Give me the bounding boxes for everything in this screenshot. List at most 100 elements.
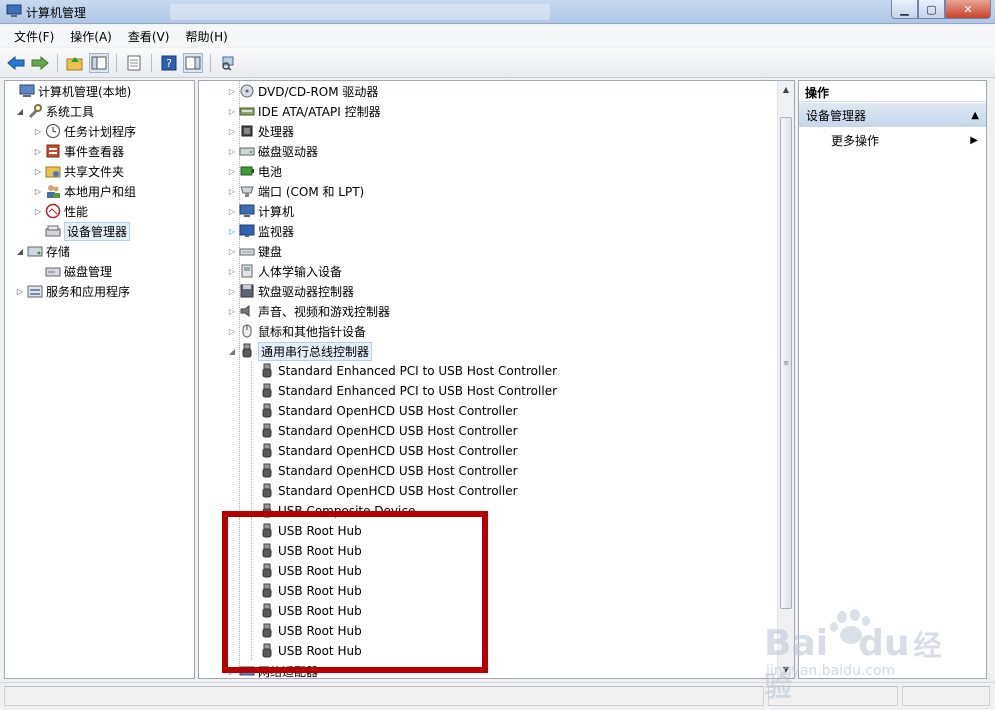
device-category-dvd[interactable]: ▷ DVD/CD-ROM 驱动器 [227,81,378,101]
usb-device-item[interactable]: Standard OpenHCD USB Host Controller [257,461,518,481]
collapse-up-triangle-icon[interactable]: ▲ [971,110,979,121]
close-icon: ✕ [963,2,973,16]
expand-triangle-icon[interactable]: ▷ [33,147,43,156]
usb-device-icon [259,423,275,439]
baidu-watermark: Bai du 经验 jingyan.baidu.com [760,605,960,703]
device-category-monitor[interactable]: ▷ 监视器 [227,221,294,241]
tree-item-disk-management[interactable]: 磁盘管理 [33,261,112,281]
actions-section-label: 设备管理器 [806,108,867,123]
tree-item-shared-folders[interactable]: ▷ 共享文件夹 [33,161,124,181]
actions-section-device-manager[interactable]: 设备管理器 ▲ [799,103,986,127]
usb-device-item[interactable]: Standard OpenHCD USB Host Controller [257,401,518,421]
window-title: 计算机管理 [26,6,87,20]
device-category-hid[interactable]: ▷ 人体学输入设备 [227,261,342,281]
expand-triangle-icon[interactable]: ▷ [227,87,237,96]
expand-triangle-icon[interactable]: ▷ [227,147,237,156]
expand-triangle-icon[interactable]: ▷ [15,287,25,296]
minimize-button[interactable]: ▁ [891,0,918,19]
background-address-ghost [170,4,550,20]
expand-triangle-icon[interactable]: ▷ [227,187,237,196]
expand-triangle-icon[interactable]: ▷ [227,207,237,216]
expand-triangle-icon[interactable]: ▷ [227,327,237,336]
monitor-icon [239,223,255,239]
device-category-sound-video[interactable]: ▷ 声音、视频和游戏控制器 [227,301,390,321]
usb-device-item[interactable]: Standard OpenHCD USB Host Controller [257,481,518,501]
action-pane-button[interactable] [183,52,203,73]
usb-device-item[interactable]: Standard Enhanced PCI to USB Host Contro… [257,361,557,381]
ide-ata-icon [239,103,255,119]
device-category-processor[interactable]: ▷ 处理器 [227,121,294,141]
device-category-label: 声音、视频和游戏控制器 [258,304,391,319]
expand-triangle-icon[interactable]: ▷ [33,187,43,196]
status-cell-main [4,686,764,706]
more-actions-item[interactable]: 更多操作 ▶ [799,129,986,149]
device-category-computer[interactable]: ▷ 计算机 [227,201,294,221]
device-category-mouse[interactable]: ▷ 鼠标和其他指针设备 [227,321,366,341]
expand-triangle-icon[interactable]: ▷ [227,267,237,276]
collapse-triangle-icon[interactable]: ◢ [15,247,25,256]
expand-triangle-icon[interactable]: ▷ [227,227,237,236]
device-category-battery[interactable]: ▷ 电池 [227,161,282,181]
device-category-disk-drive[interactable]: ▷ 磁盘驱动器 [227,141,318,161]
properties-icon [127,55,141,70]
tree-item-task-scheduler[interactable]: ▷ 任务计划程序 [33,121,136,141]
minimize-icon: ▁ [900,2,909,16]
close-button[interactable]: ✕ [945,0,991,19]
tree-item-services-apps[interactable]: ▷ 服务和应用程序 [15,281,130,301]
expand-triangle-icon[interactable]: ▷ [227,287,237,296]
toolbar-separator [116,53,117,72]
expand-triangle-icon[interactable]: ▷ [227,247,237,256]
device-category-label: 人体学输入设备 [258,264,343,279]
scroll-up-arrow-icon[interactable]: ▲ [778,81,794,98]
device-category-ide-ata[interactable]: ▷ IDE ATA/ATAPI 控制器 [227,101,381,121]
tree-item-label: 系统工具 [46,104,95,119]
menu-file[interactable]: 文件(F) [6,28,62,45]
expand-triangle-icon[interactable]: ▷ [227,167,237,176]
back-button[interactable] [6,53,26,73]
vertical-scrollbar[interactable]: ▲ ≡ ▼ [777,81,794,678]
device-category-label: 鼠标和其他指针设备 [258,324,367,339]
clock-icon [45,123,61,139]
watermark-site: jingyan.baidu.com [766,663,896,679]
expand-triangle-icon[interactable]: ▷ [227,107,237,116]
menu-help[interactable]: 帮助(H) [177,28,235,45]
menu-action[interactable]: 操作(A) [62,28,120,45]
computer-management-icon [19,83,35,99]
menu-view[interactable]: 查看(V) [120,28,178,45]
collapse-triangle-icon[interactable]: ◢ [15,107,25,116]
usb-device-icon [259,463,275,479]
scan-hardware-button[interactable] [218,53,238,73]
scrollbar-thumb[interactable]: ≡ [780,117,792,609]
maximize-button[interactable]: ▢ [918,0,945,19]
show-hide-tree-button[interactable] [89,52,109,73]
expand-triangle-icon[interactable]: ▷ [33,167,43,176]
forward-button[interactable] [30,53,50,73]
expand-triangle-icon[interactable]: ▷ [33,207,43,216]
up-folder-button[interactable] [65,53,85,73]
tree-root-label: 计算机管理(本地) [38,84,132,99]
device-category-usb-controller[interactable]: ◢ 通用串行总线控制器 [227,341,373,361]
properties-button[interactable] [124,53,144,73]
tree-item-event-viewer[interactable]: ▷ 事件查看器 [33,141,124,161]
tree-item-performance[interactable]: ▷ 性能 [33,201,88,221]
expand-triangle-icon[interactable]: ▷ [227,127,237,136]
tree-item-device-manager[interactable]: 设备管理器 [33,221,131,241]
device-category-floppy-controller[interactable]: ▷ 软盘驱动器控制器 [227,281,354,301]
tree-root[interactable]: 计算机管理(本地) [7,81,131,101]
hid-icon [239,263,255,279]
tree-item-local-users[interactable]: ▷ 本地用户和组 [33,181,136,201]
collapse-triangle-icon[interactable]: ◢ [227,347,237,356]
device-category-keyboard[interactable]: ▷ 键盘 [227,241,282,261]
usb-device-item[interactable]: Standard OpenHCD USB Host Controller [257,421,518,441]
tree-item-system-tools[interactable]: ◢ 系统工具 [15,101,94,121]
usb-device-item[interactable]: Standard OpenHCD USB Host Controller [257,441,518,461]
usb-device-item[interactable]: Standard Enhanced PCI to USB Host Contro… [257,381,557,401]
svg-text:?: ? [166,57,172,70]
expand-triangle-icon[interactable]: ▷ [227,307,237,316]
tree-item-storage[interactable]: ◢ 存储 [15,241,70,261]
help-button[interactable]: ? [159,53,179,73]
device-category-port[interactable]: ▷ 端口 (COM 和 LPT) [227,181,364,201]
expand-triangle-icon[interactable]: ▷ [33,127,43,136]
computer-management-icon [6,4,22,18]
console-tree-icon [91,56,107,69]
